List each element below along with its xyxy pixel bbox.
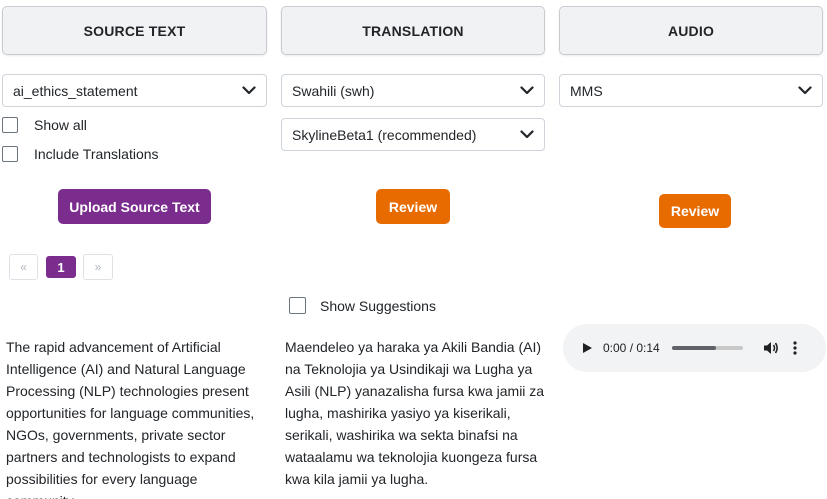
- include-translations-row[interactable]: Include Translations: [2, 146, 159, 162]
- show-all-label: Show all: [34, 117, 87, 133]
- source-text-body: The rapid advancement of Artificial Inte…: [6, 339, 255, 499]
- audio-player[interactable]: 0:00 / 0:14: [563, 324, 826, 372]
- include-translations-label: Include Translations: [34, 146, 159, 162]
- show-suggestions-checkbox[interactable]: [289, 297, 306, 314]
- volume-icon[interactable]: [763, 341, 779, 355]
- include-translations-checkbox[interactable]: [2, 146, 18, 162]
- show-suggestions-label: Show Suggestions: [320, 297, 436, 314]
- source-text-select-value: ai_ethics_statement: [13, 82, 138, 99]
- audio-time: 0:00 / 0:14: [603, 341, 660, 355]
- chevron-down-icon: [242, 86, 256, 95]
- show-all-checkbox[interactable]: [2, 117, 18, 133]
- chevron-down-icon: [520, 130, 534, 139]
- audio-review-button[interactable]: Review: [659, 194, 731, 228]
- show-all-row[interactable]: Show all: [2, 117, 87, 133]
- pagination-prev-button[interactable]: «: [9, 254, 38, 280]
- more-options-icon[interactable]: [793, 341, 797, 355]
- chevron-down-icon: [798, 86, 812, 95]
- translation-header-label: TRANSLATION: [362, 22, 464, 39]
- translation-review-button[interactable]: Review: [376, 189, 450, 224]
- language-select-value: Swahili (swh): [292, 82, 375, 99]
- pagination-next-button[interactable]: »: [83, 254, 113, 280]
- translation-header[interactable]: TRANSLATION: [281, 6, 545, 55]
- show-suggestions-row[interactable]: Show Suggestions: [289, 297, 436, 314]
- audio-progress-fill: [671, 346, 717, 350]
- source-text-header-label: SOURCE TEXT: [83, 22, 186, 39]
- translation-body: Maendeleo ya haraka ya Akili Bandia (AI)…: [285, 339, 545, 487]
- audio-progress-bar[interactable]: [671, 346, 743, 350]
- audio-model-select[interactable]: MMS: [559, 74, 823, 107]
- model-select[interactable]: SkylineBeta1 (recommended): [281, 118, 545, 151]
- language-select[interactable]: Swahili (swh): [281, 74, 545, 107]
- audio-header-label: AUDIO: [667, 22, 715, 39]
- chevron-down-icon: [520, 86, 534, 95]
- audio-model-select-value: MMS: [570, 82, 603, 99]
- play-icon[interactable]: [581, 342, 593, 354]
- pagination-page-1[interactable]: 1: [46, 256, 76, 278]
- upload-source-text-button[interactable]: Upload Source Text: [58, 189, 211, 224]
- source-text-header[interactable]: SOURCE TEXT: [2, 6, 267, 55]
- model-select-value: SkylineBeta1 (recommended): [292, 126, 477, 143]
- audio-header[interactable]: AUDIO: [559, 6, 823, 55]
- source-text-select[interactable]: ai_ethics_statement: [2, 74, 267, 107]
